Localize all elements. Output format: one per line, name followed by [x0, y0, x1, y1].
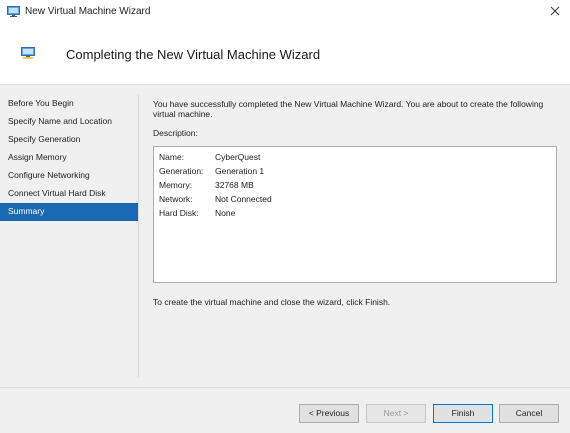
- description-value: CyberQuest: [215, 152, 261, 162]
- description-row-hard-disk: Hard Disk: None: [159, 208, 235, 218]
- virtual-machine-icon: [7, 6, 20, 17]
- nav-item-before-you-begin[interactable]: Before You Begin: [0, 95, 138, 113]
- window-title: New Virtual Machine Wizard: [25, 6, 151, 17]
- finish-button[interactable]: Finish: [433, 404, 493, 423]
- intro-text: You have successfully completed the New …: [153, 99, 544, 119]
- description-row-generation: Generation: Generation 1: [159, 166, 264, 176]
- wizard-footer: < Previous Next > Finish Cancel: [0, 387, 570, 433]
- next-button[interactable]: Next >: [366, 404, 426, 423]
- nav-item-configure-networking[interactable]: Configure Networking: [0, 167, 138, 185]
- description-value: Not Connected: [215, 194, 272, 204]
- description-value: Generation 1: [215, 166, 265, 176]
- description-row-memory: Memory: 32768 MB: [159, 180, 254, 190]
- close-icon: [550, 6, 560, 18]
- nav-item-specify-generation[interactable]: Specify Generation: [0, 131, 138, 149]
- description-value: 32768 MB: [215, 180, 254, 190]
- description-key: Generation:: [159, 166, 204, 176]
- close-button[interactable]: [540, 0, 570, 24]
- description-box[interactable]: Name: CyberQuest Generation: Generation 1 …: [153, 146, 557, 283]
- description-value: None: [215, 208, 236, 218]
- wizard-steps-nav: Before You Begin Specify Name and Locati…: [0, 95, 138, 221]
- description-key: Network:: [159, 194, 193, 204]
- nav-divider: [138, 95, 139, 377]
- previous-button[interactable]: < Previous: [299, 404, 359, 423]
- nav-item-assign-memory[interactable]: Assign Memory: [0, 149, 138, 167]
- cancel-button[interactable]: Cancel: [499, 404, 559, 423]
- nav-item-specify-name-and-location[interactable]: Specify Name and Location: [0, 113, 138, 131]
- description-label: Description:: [153, 128, 198, 138]
- finish-note: To create the virtual machine and close …: [153, 297, 391, 307]
- title-bar: New Virtual Machine Wizard: [0, 0, 570, 24]
- page-title: Completing the New Virtual Machine Wizar…: [66, 47, 321, 62]
- description-row-name: Name: CyberQuest: [159, 152, 260, 162]
- virtual-machine-icon: [21, 47, 35, 59]
- nav-item-summary[interactable]: Summary: [0, 203, 138, 221]
- wizard-header: Completing the New Virtual Machine Wizar…: [0, 24, 570, 85]
- description-key: Memory:: [159, 180, 193, 190]
- nav-item-connect-virtual-hard-disk[interactable]: Connect Virtual Hard Disk: [0, 185, 138, 203]
- description-row-network: Network: Not Connected: [159, 194, 272, 204]
- description-key: Name:: [159, 152, 185, 162]
- description-key: Hard Disk:: [159, 208, 199, 218]
